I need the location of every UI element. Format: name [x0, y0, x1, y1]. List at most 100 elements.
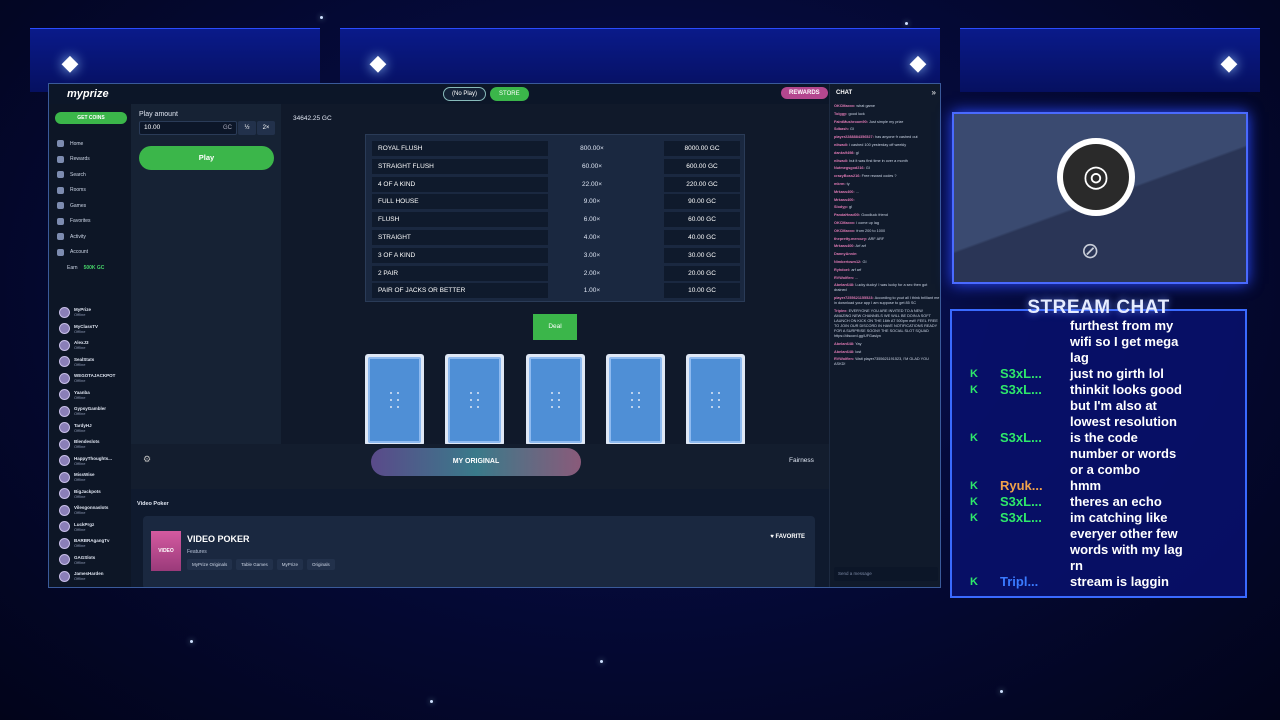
- chat-input[interactable]: Send a message: [834, 567, 938, 581]
- deal-button[interactable]: Deal: [533, 314, 577, 340]
- playing-card-back[interactable]: [525, 354, 585, 446]
- chat-username[interactable]: FaintMushroom90:: [834, 120, 868, 124]
- chat-username[interactable]: OKCMaxxx:: [834, 221, 855, 225]
- chat-text: i cashed 100 yesterday off weekly: [849, 142, 907, 147]
- chat-username[interactable]: mkrm:: [834, 182, 846, 186]
- chat-username[interactable]: Slodyp:: [834, 205, 848, 209]
- playing-card-back[interactable]: [686, 354, 746, 446]
- paytable-payout: 8000.00 GC: [664, 141, 740, 156]
- chat-username[interactable]: Abelan648:: [834, 350, 854, 354]
- chat-username[interactable]: Abelan648:: [834, 342, 854, 346]
- friend-item[interactable]: MyPrize Offline: [59, 304, 115, 321]
- chat-username[interactable]: nilwadi:: [834, 159, 848, 163]
- friend-status: Offline: [74, 312, 86, 318]
- friend-status: Offline: [74, 477, 86, 483]
- no-play-button[interactable]: (No Play): [443, 87, 487, 101]
- playing-card-back[interactable]: [365, 354, 424, 446]
- chat-username[interactable]: OKCMaxxx:: [834, 104, 855, 108]
- chat-username[interactable]: Nimbertown12:: [834, 260, 861, 264]
- sidebar-item-favorites[interactable]: Favorites: [57, 214, 104, 230]
- chat-username[interactable]: Mrkass400:: [834, 190, 855, 194]
- paytable-row: FULL HOUSE 9.00× 90.00 GC: [372, 194, 740, 210]
- category-tag[interactable]: MyPrize Originals: [187, 559, 233, 570]
- paytable-hand: FULL HOUSE: [372, 194, 548, 210]
- chat-message: Abelan648: Yay: [834, 342, 940, 347]
- chat-message: Tolggy: good luck: [834, 112, 940, 117]
- chat-username[interactable]: Abelan648:: [834, 283, 854, 287]
- friend-item[interactable]: BigJackpots Offline: [59, 486, 115, 503]
- friend-item[interactable]: GypsyGambler Offline: [59, 403, 115, 420]
- chat-username[interactable]: Tolggy:: [834, 112, 847, 116]
- chat-username[interactable]: Triplex:: [834, 309, 848, 313]
- friend-item[interactable]: BARBRAgangTv Offline: [59, 535, 115, 552]
- friend-item[interactable]: LuckPrgz Offline: [59, 519, 115, 536]
- chat-text: good luck: [848, 111, 865, 116]
- chat-username[interactable]: RVWolflen:: [834, 276, 854, 280]
- friend-item[interactable]: Yaanba Offline: [59, 387, 115, 404]
- friend-item[interactable]: Vilesgonnaslots Offline: [59, 502, 115, 519]
- friend-item[interactable]: WEGOTAJACKPOT Offline: [59, 370, 115, 387]
- category-tag[interactable]: MyPrize: [276, 559, 304, 570]
- site-logo[interactable]: myprize: [67, 88, 109, 100]
- category-tag[interactable]: Table Games: [236, 559, 273, 570]
- fairness-link[interactable]: Fairness: [789, 457, 814, 464]
- stream-chat-username: [1000, 318, 1070, 334]
- chat-username[interactable]: DannyAnnie:: [834, 252, 857, 256]
- friend-item[interactable]: MissWise Offline: [59, 469, 115, 486]
- chat-username[interactable]: Nutmegsgod216:: [834, 166, 865, 170]
- chat-username[interactable]: Mrkass400:: [834, 198, 855, 202]
- gear-icon[interactable]: ⚙: [143, 454, 151, 465]
- playing-card-back[interactable]: [445, 354, 505, 446]
- chat-username[interactable]: OKCMaxxx:: [834, 229, 855, 233]
- card-dot: [550, 392, 553, 394]
- play-button[interactable]: Play: [139, 146, 274, 170]
- friend-item[interactable]: MyClassTV Offline: [59, 321, 115, 338]
- sidebar-item-rewards[interactable]: Rewards: [57, 152, 104, 168]
- favorite-button[interactable]: ♥ FAVORITE: [770, 534, 805, 540]
- paytable-multiplier: 1.00×: [583, 287, 601, 295]
- chat-username[interactable]: player7255621155523:: [834, 296, 874, 300]
- rooms-icon: [57, 186, 64, 194]
- earn-link[interactable]: Earn 500K GC: [67, 260, 104, 276]
- category-tag[interactable]: Originals: [307, 559, 335, 570]
- avatar: [59, 471, 70, 483]
- friend-item[interactable]: TardyHJ Offline: [59, 420, 115, 437]
- friend-item[interactable]: HappyThoughts... Offline: [59, 453, 115, 470]
- play-amount-input[interactable]: 10.00 GC: [139, 121, 237, 135]
- chat-message: Mrkass400: ...: [834, 190, 940, 195]
- friend-item[interactable]: Blendeslots Offline: [59, 436, 115, 453]
- playing-card-back[interactable]: [605, 354, 665, 446]
- chat-username[interactable]: Sdbash:: [834, 127, 849, 131]
- sidebar-item-rooms[interactable]: Rooms: [57, 183, 104, 199]
- friend-item[interactable]: JamesHarden Offline: [59, 568, 115, 585]
- chat-text: Just simple my prize: [869, 119, 904, 124]
- chat-username[interactable]: crazyBoss216:: [834, 174, 861, 178]
- sidebar-item-search[interactable]: Search: [57, 167, 104, 183]
- chat-username[interactable]: Ryhdoel:: [834, 268, 850, 272]
- chat-message: Triplex: EVERYONE YOU ARE INVITED TO A N…: [834, 309, 940, 339]
- avatar: [59, 372, 70, 384]
- friend-item[interactable]: GAGSlots Offline: [59, 552, 115, 569]
- get-coins-button[interactable]: GET COINS: [55, 112, 127, 124]
- collapse-chat-icon[interactable]: »: [932, 88, 936, 97]
- double-bet-button[interactable]: 2×: [257, 121, 275, 135]
- chat-username[interactable]: RVWolflen:: [834, 357, 854, 361]
- chat-username[interactable]: player2288884356527:: [834, 135, 874, 139]
- paytable-multiplier: 60.00×: [581, 162, 603, 170]
- friend-item[interactable]: SealStats Offline: [59, 354, 115, 371]
- chat-username[interactable]: thepretty.mercury:: [834, 237, 867, 241]
- sidebar-item-activity[interactable]: Activity: [57, 229, 104, 245]
- balance: 34642.25 GC: [293, 115, 332, 122]
- chat-username[interactable]: PandaHead00:: [834, 213, 860, 217]
- sidebar-item-home[interactable]: Home: [57, 136, 104, 152]
- sidebar-item-games[interactable]: Games: [57, 198, 104, 214]
- chat-text: GI: [865, 166, 870, 171]
- chat-username[interactable]: Mrkass400:: [834, 244, 855, 248]
- rewards-button[interactable]: REWARDS: [781, 87, 828, 99]
- chat-username[interactable]: danks9498:: [834, 151, 855, 155]
- sidebar-item-account[interactable]: Account: [57, 245, 104, 261]
- store-button[interactable]: STORE: [490, 87, 529, 101]
- friend-item[interactable]: AlexJ3 Offline: [59, 337, 115, 354]
- half-bet-button[interactable]: ½: [238, 121, 256, 135]
- chat-username[interactable]: nilwadi:: [834, 143, 848, 147]
